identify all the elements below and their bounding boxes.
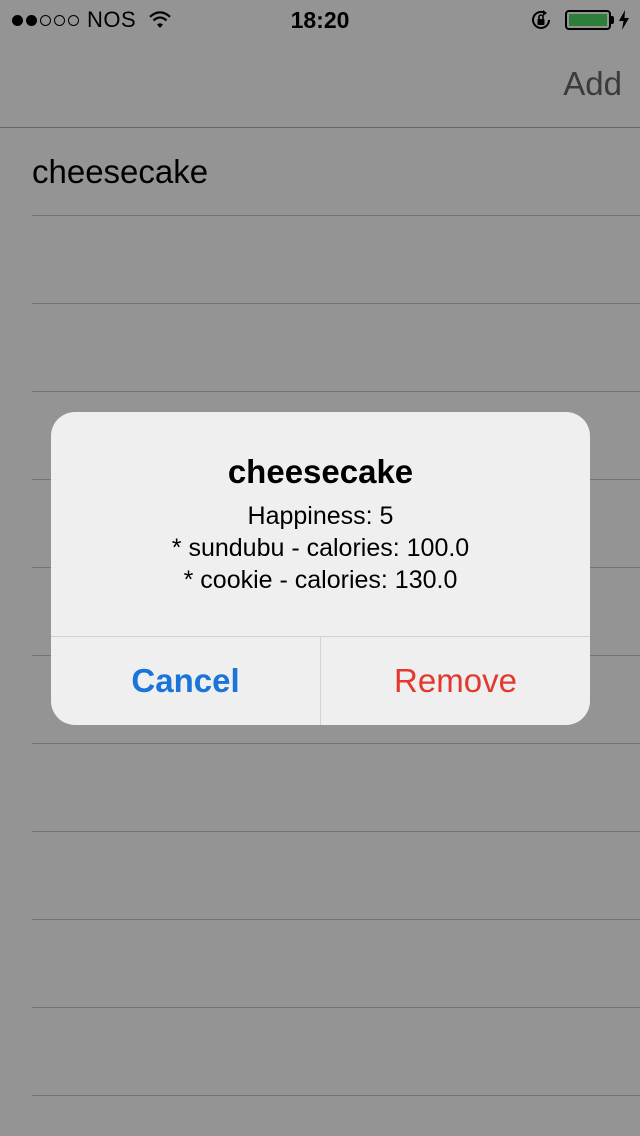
alert-title: cheesecake bbox=[227, 453, 414, 490]
alert-content: cheesecake Happiness: 5 * sundubu - calo… bbox=[51, 412, 590, 636]
alert-dialog: cheesecake Happiness: 5 * sundubu - calo… bbox=[51, 412, 590, 725]
alert-message: Happiness: 5 * sundubu - calories: 100.0… bbox=[51, 500, 590, 596]
remove-button[interactable]: Remove bbox=[321, 637, 590, 725]
alert-message-line: * cookie - calories: 130.0 bbox=[183, 566, 458, 594]
alert-message-line: * sundubu - calories: 100.0 bbox=[171, 534, 470, 562]
alert-message-line: Happiness: 5 bbox=[247, 502, 394, 530]
cancel-button[interactable]: Cancel bbox=[51, 637, 321, 725]
alert-actions: Cancel Remove bbox=[51, 636, 590, 725]
